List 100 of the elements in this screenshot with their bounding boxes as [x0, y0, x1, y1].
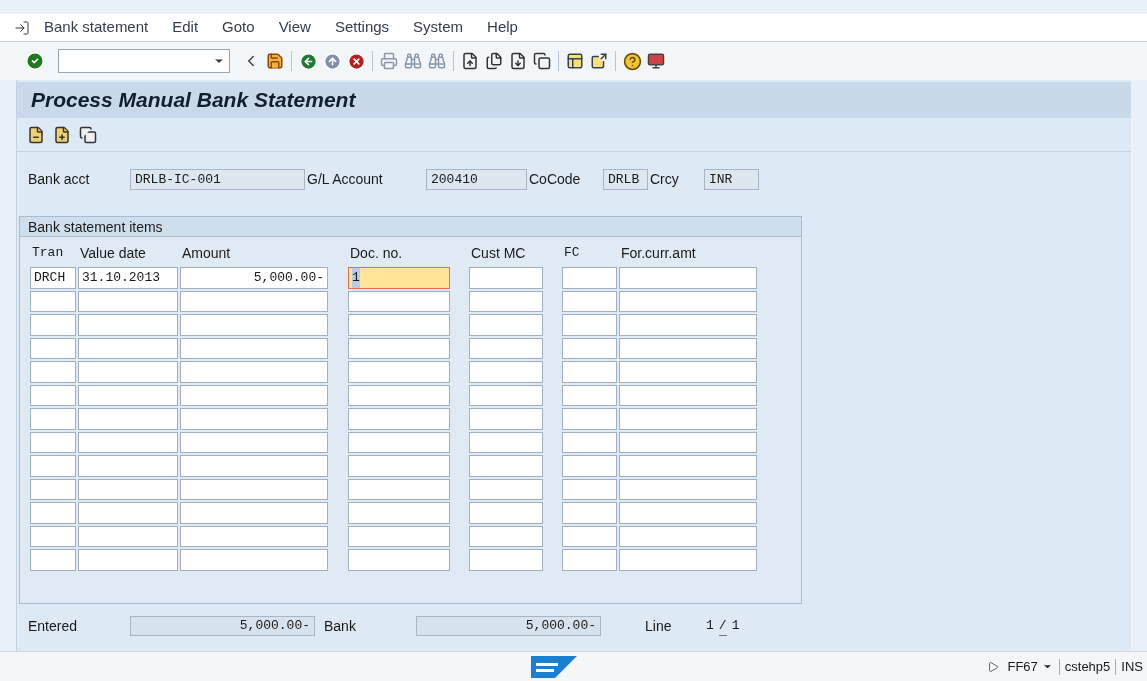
input-cell[interactable]	[562, 525, 617, 547]
input-cell[interactable]	[180, 337, 328, 359]
input-cell[interactable]	[180, 384, 328, 406]
input-cell[interactable]: 31.10.2013	[78, 267, 178, 289]
input-cell[interactable]	[30, 290, 76, 312]
input-cell[interactable]	[30, 455, 76, 477]
input-cell[interactable]	[619, 549, 757, 571]
menu-item[interactable]: Help	[487, 16, 518, 39]
input-cell[interactable]	[180, 290, 328, 312]
back-icon[interactable]	[297, 50, 319, 72]
input-cell[interactable]	[619, 314, 757, 336]
input-cell[interactable]	[619, 384, 757, 406]
input-cell[interactable]	[469, 337, 543, 359]
input-cell[interactable]	[348, 431, 450, 453]
input-cell[interactable]	[619, 408, 757, 430]
input-cell[interactable]	[180, 361, 328, 383]
input-cell[interactable]	[30, 384, 76, 406]
input-cell[interactable]	[562, 384, 617, 406]
menu-item[interactable]: Bank statement	[44, 16, 149, 39]
menu-item[interactable]: System	[413, 16, 464, 39]
input-cell[interactable]	[619, 502, 757, 524]
input-cell[interactable]	[562, 431, 617, 453]
input-cell[interactable]	[469, 549, 543, 571]
input-cell[interactable]	[30, 431, 76, 453]
input-cell[interactable]	[348, 478, 450, 500]
input-cell[interactable]	[180, 525, 328, 547]
input-cell[interactable]	[562, 361, 617, 383]
input-cell[interactable]	[562, 478, 617, 500]
input-cell[interactable]	[78, 361, 178, 383]
input-cell[interactable]	[78, 502, 178, 524]
input-cell[interactable]	[30, 314, 76, 336]
enter-icon[interactable]	[24, 50, 46, 72]
input-cell[interactable]	[78, 408, 178, 430]
input-cell[interactable]	[562, 314, 617, 336]
input-cell[interactable]	[78, 525, 178, 547]
input-cell[interactable]: 5,000.00-	[180, 267, 328, 289]
input-cell[interactable]	[348, 455, 450, 477]
input-cell[interactable]	[469, 314, 543, 336]
command-field[interactable]	[58, 49, 230, 73]
input-cell[interactable]	[348, 314, 450, 336]
input-cell[interactable]	[469, 478, 543, 500]
input-cell[interactable]	[562, 290, 617, 312]
input-cell[interactable]	[619, 431, 757, 453]
input-cell[interactable]	[180, 455, 328, 477]
input-cell[interactable]	[30, 478, 76, 500]
input-cell[interactable]	[30, 525, 76, 547]
input-cell[interactable]	[619, 267, 757, 289]
input-cell[interactable]	[30, 408, 76, 430]
input-cell[interactable]	[469, 384, 543, 406]
cancel-icon[interactable]	[345, 50, 367, 72]
input-cell[interactable]	[78, 290, 178, 312]
input-cell[interactable]	[180, 431, 328, 453]
input-cell[interactable]	[78, 384, 178, 406]
input-cell[interactable]	[469, 408, 543, 430]
input-cell[interactable]	[469, 431, 543, 453]
input-cell[interactable]	[78, 314, 178, 336]
play-icon[interactable]	[987, 660, 1000, 673]
input-cell[interactable]	[78, 337, 178, 359]
input-cell[interactable]	[469, 525, 543, 547]
input-cell[interactable]	[30, 549, 76, 571]
input-cell[interactable]	[562, 267, 617, 289]
input-cell[interactable]	[619, 361, 757, 383]
menu-item[interactable]: Edit	[172, 16, 199, 39]
input-cell[interactable]	[30, 502, 76, 524]
input-cell[interactable]	[562, 502, 617, 524]
input-cell[interactable]	[562, 408, 617, 430]
input-cell[interactable]	[469, 290, 543, 312]
input-cell[interactable]	[469, 361, 543, 383]
input-cell[interactable]	[348, 525, 450, 547]
input-cell[interactable]	[180, 314, 328, 336]
input-cell[interactable]	[469, 455, 543, 477]
input-cell[interactable]	[348, 384, 450, 406]
input-cell[interactable]	[619, 337, 757, 359]
input-cell[interactable]	[30, 361, 76, 383]
input-cell[interactable]	[619, 478, 757, 500]
input-cell[interactable]	[619, 525, 757, 547]
input-cell[interactable]	[348, 337, 450, 359]
help-icon[interactable]	[621, 50, 643, 72]
input-cell[interactable]	[78, 455, 178, 477]
input-cell[interactable]	[78, 431, 178, 453]
up-icon[interactable]	[321, 50, 343, 72]
input-cell[interactable]	[562, 549, 617, 571]
menu-item[interactable]: Settings	[334, 16, 390, 39]
menu-item[interactable]: View	[278, 16, 311, 39]
input-cell[interactable]	[348, 290, 450, 312]
input-cell[interactable]	[78, 549, 178, 571]
input-cell[interactable]	[180, 549, 328, 571]
input-cell[interactable]	[469, 267, 543, 289]
input-cell[interactable]	[180, 478, 328, 500]
input-cell[interactable]	[562, 455, 617, 477]
input-cell[interactable]: DRCH	[30, 267, 76, 289]
input-cell[interactable]	[180, 408, 328, 430]
input-cell[interactable]	[348, 361, 450, 383]
input-cell[interactable]	[348, 549, 450, 571]
input-cell[interactable]	[180, 502, 328, 524]
menu-item[interactable]: Goto	[222, 16, 255, 39]
input-cell[interactable]: 1	[348, 267, 450, 289]
input-cell[interactable]	[619, 455, 757, 477]
input-cell[interactable]	[348, 502, 450, 524]
input-cell[interactable]	[30, 337, 76, 359]
